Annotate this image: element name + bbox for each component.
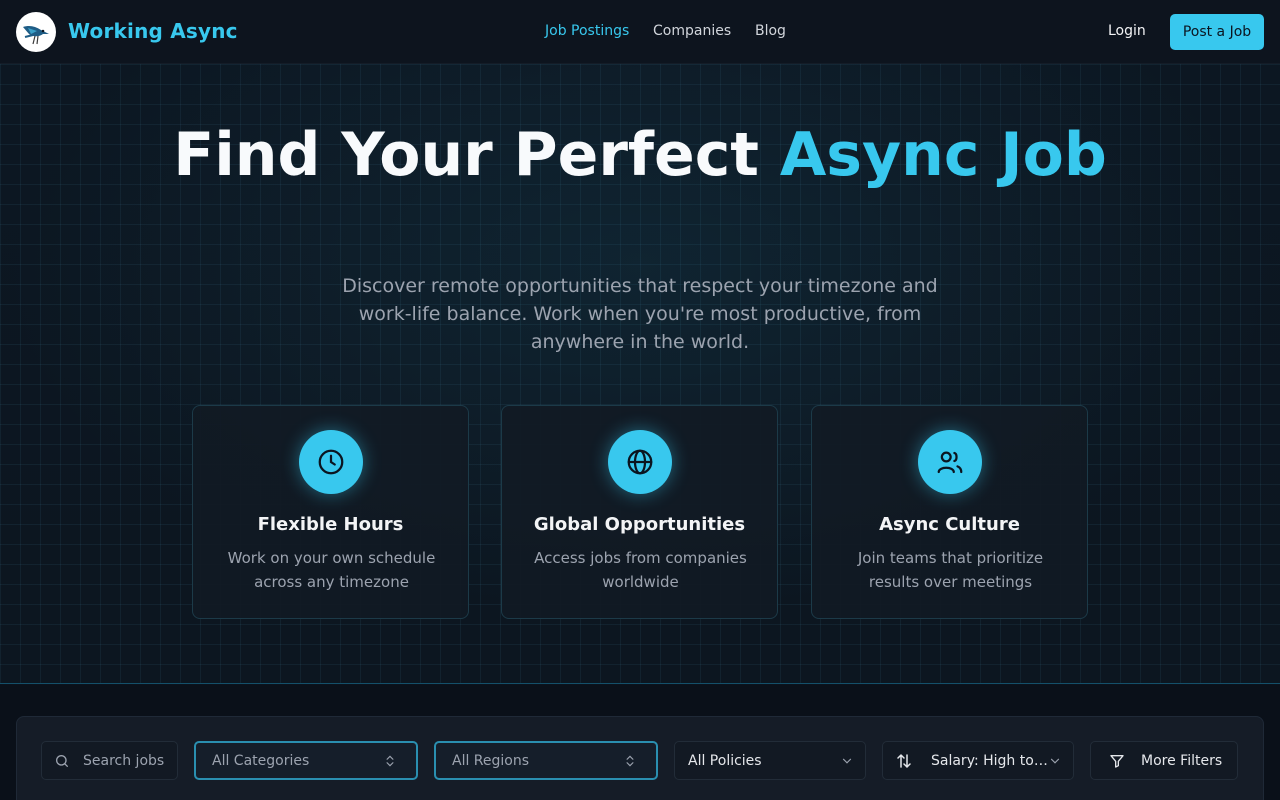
globe-icon: [608, 430, 672, 494]
category-select[interactable]: All Categories: [194, 741, 418, 780]
sort-select-value: Salary: High to Low: [931, 752, 1048, 769]
policy-select-value: All Policies: [688, 752, 762, 769]
policy-select[interactable]: All Policies: [674, 741, 866, 780]
search-input[interactable]: Search jobs: [41, 741, 178, 780]
more-filters-label: More Filters: [1141, 752, 1223, 769]
users-icon: [918, 430, 982, 494]
hero-section: Find Your Perfect Async Job Discover rem…: [0, 64, 1280, 684]
feature-description: Work on your own schedule across any tim…: [227, 549, 436, 591]
sort-arrows-icon: [895, 752, 913, 770]
search-icon: [54, 753, 70, 769]
nav-link-job-postings[interactable]: Job Postings: [545, 23, 629, 39]
search-placeholder: Search jobs: [83, 752, 165, 769]
category-select-value: All Categories: [212, 752, 310, 769]
feature-description: Join teams that prioritize results over …: [857, 549, 1044, 591]
post-job-button[interactable]: Post a Job: [1170, 14, 1264, 50]
feature-card-async-culture: Async Culture Join teams that prioritize…: [811, 405, 1088, 619]
filter-icon: [1109, 753, 1125, 769]
feature-title: Async Culture: [879, 514, 1020, 535]
hero-title-accent: Async Job: [779, 120, 1107, 190]
region-select[interactable]: All Regions: [434, 741, 658, 780]
hero-title-main: Find Your Perfect: [173, 120, 780, 190]
nav-link-companies[interactable]: Companies: [653, 23, 731, 39]
region-select-value: All Regions: [452, 752, 530, 769]
chevron-down-icon: [840, 754, 854, 768]
nav-link-blog[interactable]: Blog: [755, 23, 786, 39]
chevron-up-down-icon: [382, 754, 398, 768]
hero-subtitle: Discover remote opportunities that respe…: [342, 275, 938, 353]
sort-select[interactable]: Salary: High to Low: [882, 741, 1074, 780]
feature-title: Flexible Hours: [257, 514, 404, 535]
more-filters-button[interactable]: More Filters: [1090, 741, 1238, 780]
login-link[interactable]: Login: [1108, 23, 1146, 39]
chevron-up-down-icon: [622, 754, 638, 768]
feature-description: Access jobs from companies worldwide: [534, 549, 747, 591]
chevron-down-icon: [1048, 754, 1062, 768]
top-navbar: Working Async Job Postings Companies Blo…: [0, 0, 1280, 64]
feature-card-flexible-hours: Flexible Hours Work on your own schedule…: [192, 405, 469, 619]
hero-title: Find Your Perfect Async Job: [140, 124, 1140, 186]
clock-icon: [299, 430, 363, 494]
feature-title: Global Opportunities: [533, 514, 746, 535]
feature-card-global-opportunities: Global Opportunities Access jobs from co…: [501, 405, 778, 619]
